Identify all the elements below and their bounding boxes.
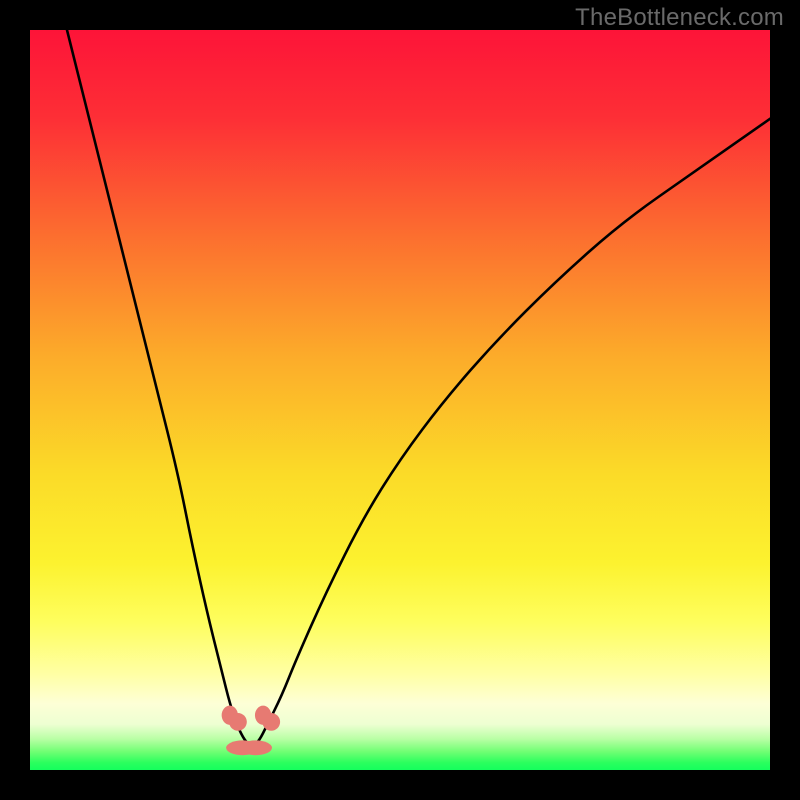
bottleneck-curve xyxy=(67,30,770,746)
watermark-text: TheBottleneck.com xyxy=(575,4,784,32)
marker-bottom-cluster xyxy=(226,740,272,755)
marker-left-cluster xyxy=(222,706,247,731)
outer-frame: TheBottleneck.com xyxy=(0,0,800,800)
plot-area xyxy=(30,30,770,770)
curve-layer xyxy=(30,30,770,770)
marker-layer xyxy=(222,706,280,756)
marker-right-cluster xyxy=(255,706,280,731)
